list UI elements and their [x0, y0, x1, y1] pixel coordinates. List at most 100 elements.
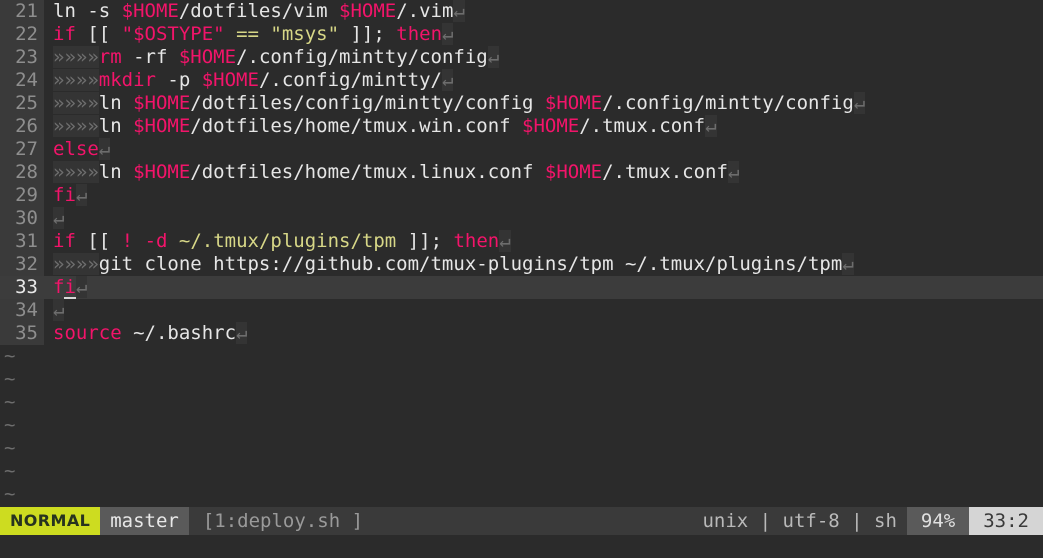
status-line: NORMAL master [1:deploy.sh ] unix | utf-… — [0, 507, 1043, 535]
buffer-line[interactable]: 22 if [[ "$OSTYPE" == "msys" ]]; then↵ — [0, 23, 1043, 46]
line-content[interactable]: »»»»ln $HOME/dotfiles/home/tmux.linux.co… — [44, 161, 1043, 184]
indent-marker-icon: »»»» — [53, 253, 99, 275]
buffer-line[interactable]: 34 ↵ — [0, 299, 1043, 322]
line-content[interactable]: ↵ — [44, 299, 1043, 322]
line-number: 32 — [0, 253, 44, 276]
code-token: ! — [121, 230, 134, 252]
line-content[interactable]: if [[ "$OSTYPE" == "msys" ]]; then↵ — [44, 23, 1043, 46]
code-token: /.config/mintty/config — [602, 92, 854, 114]
code-token: /.tmux.conf — [579, 115, 706, 137]
code-token: $HOME — [544, 161, 603, 183]
code-token: -rf — [121, 46, 179, 68]
line-content[interactable]: fi↵ — [44, 184, 1043, 207]
line-content[interactable]: source ~/.bashrc↵ — [44, 322, 1043, 345]
line-number: 22 — [0, 23, 44, 46]
code-token: "$OSTYPE" — [121, 23, 225, 45]
code-token: $HOME — [201, 69, 259, 91]
line-content[interactable]: ↵ — [44, 207, 1043, 230]
buffer-line[interactable]: 24 »»»»mkdir -p $HOME/.config/mintty/↵ — [0, 69, 1043, 92]
eol-marker-icon: ↵ — [441, 69, 454, 91]
line-number: 21 — [0, 0, 44, 23]
code-token: /.tmux.conf — [602, 161, 728, 183]
line-number: 35 — [0, 322, 44, 345]
code-token: $HOME — [133, 92, 191, 114]
line-content[interactable]: else↵ — [44, 138, 1043, 161]
line-number: 29 — [0, 184, 44, 207]
code-token: "msys" — [270, 23, 340, 45]
code-token: $HOME — [133, 115, 191, 137]
eol-marker-icon: ↵ — [236, 322, 248, 344]
eol-marker-icon: ↵ — [705, 115, 717, 137]
line-content[interactable]: if [[ ! -d ~/.tmux/plugins/tpm ]]; then↵ — [44, 230, 1043, 253]
eol-marker-icon: ↵ — [453, 0, 465, 22]
line-content[interactable]: »»»»ln $HOME/dotfiles/home/tmux.win.conf… — [44, 115, 1043, 138]
code-token: /.config/mintty/config — [236, 46, 488, 68]
code-token: ln -s — [53, 0, 122, 22]
line-content[interactable]: »»»»rm -rf $HOME/.config/mintty/config↵ — [44, 46, 1043, 69]
code-token: ~/.tmux/plugins/tpm — [178, 230, 397, 252]
code-token: ]]; — [396, 230, 454, 252]
buffer-line[interactable]: 32 »»»»git clone https://github.com/tmux-… — [0, 253, 1043, 276]
line-content[interactable]: »»»»ln $HOME/dotfiles/config/mintty/conf… — [44, 92, 1043, 115]
buffer-line[interactable]: 30 ↵ — [0, 207, 1043, 230]
eol-marker-icon: ↵ — [98, 138, 111, 160]
buffer-line[interactable]: 23 »»»»rm -rf $HOME/.config/mintty/config… — [0, 46, 1043, 69]
status-git-branch[interactable]: master — [100, 507, 189, 535]
code-token: /dotfiles/config/mintty/config — [190, 92, 545, 114]
indent-marker-icon: »»»» — [53, 92, 99, 114]
buffer-line[interactable]: 29 fi↵ — [0, 184, 1043, 207]
status-mode-indicator: NORMAL — [0, 507, 101, 535]
line-content[interactable]: fi↵ — [44, 276, 1043, 300]
code-token: if — [53, 23, 76, 45]
eol-marker-icon: ↵ — [853, 92, 866, 114]
eol-marker-icon: ↵ — [53, 299, 65, 321]
eol-marker-icon: ↵ — [487, 46, 500, 68]
buffer-line[interactable]: 26 »»»»ln $HOME/dotfiles/home/tmux.win.co… — [0, 115, 1043, 138]
code-token: if — [53, 230, 76, 252]
tilde-filler-line: ~ — [0, 391, 1043, 414]
buffer-line[interactable]: 25 »»»»ln $HOME/dotfiles/config/mintty/co… — [0, 92, 1043, 115]
line-number: 28 — [0, 161, 44, 184]
buffer-line[interactable]: 28 »»»»ln $HOME/dotfiles/home/tmux.linux.… — [0, 161, 1043, 184]
buffer-line[interactable]: 27 else↵ — [0, 138, 1043, 161]
buffer-line[interactable]: 21 ln -s $HOME/dotfiles/vim $HOME/.vim↵ — [0, 0, 1043, 23]
tilde-filler-line: ~ — [0, 460, 1043, 483]
status-spacer — [373, 507, 693, 535]
line-content[interactable]: »»»»mkdir -p $HOME/.config/mintty/↵ — [44, 69, 1043, 92]
tilde-filler-line: ~ — [0, 437, 1043, 460]
code-token: [[ — [75, 23, 122, 45]
tilde-filler-line: ~ — [0, 345, 1043, 368]
code-token: git clone https://github.com/tmux-plugin… — [98, 253, 843, 275]
eol-marker-icon: ↵ — [75, 276, 88, 298]
command-line[interactable] — [0, 535, 1043, 558]
buffer-line[interactable]: 33 fi↵ — [0, 276, 1043, 300]
code-token: $HOME — [339, 0, 397, 22]
tilde-filler-line: ~ — [0, 368, 1043, 391]
indent-marker-icon: »»»» — [53, 115, 99, 137]
line-content[interactable]: ln -s $HOME/dotfiles/vim $HOME/.vim↵ — [44, 0, 1043, 23]
text-buffer[interactable]: 21 ln -s $HOME/dotfiles/vim $HOME/.vim↵ 22… — [0, 0, 1043, 507]
tilde-filler-line: ~ — [0, 483, 1043, 506]
status-buffer-name[interactable]: [1:deploy.sh ] — [188, 507, 374, 535]
line-content[interactable]: »»»»git clone https://github.com/tmux-pl… — [44, 253, 1043, 276]
code-token: /dotfiles/home/tmux.linux.conf — [190, 161, 545, 183]
line-number: 30 — [0, 207, 44, 230]
code-token: ]]; — [339, 23, 397, 45]
eol-marker-icon: ↵ — [53, 207, 65, 229]
eol-marker-icon: ↵ — [727, 161, 740, 183]
buffer-line[interactable]: 35 source ~/.bashrc↵ — [0, 322, 1043, 345]
indent-marker-icon: »»»» — [53, 46, 99, 68]
line-number: 26 — [0, 115, 44, 138]
line-number: 34 — [0, 299, 44, 322]
code-token: $HOME — [121, 0, 179, 22]
buffer-line[interactable]: 31 if [[ ! -d ~/.tmux/plugins/tpm ]]; the… — [0, 230, 1043, 253]
status-scroll-percent: 94% — [906, 507, 970, 535]
code-token: $HOME — [133, 161, 191, 183]
code-token: $HOME — [522, 115, 580, 137]
code-token: /.config/mintty/ — [258, 69, 442, 91]
text-cursor: i — [64, 276, 76, 300]
code-token: rm — [98, 46, 122, 68]
